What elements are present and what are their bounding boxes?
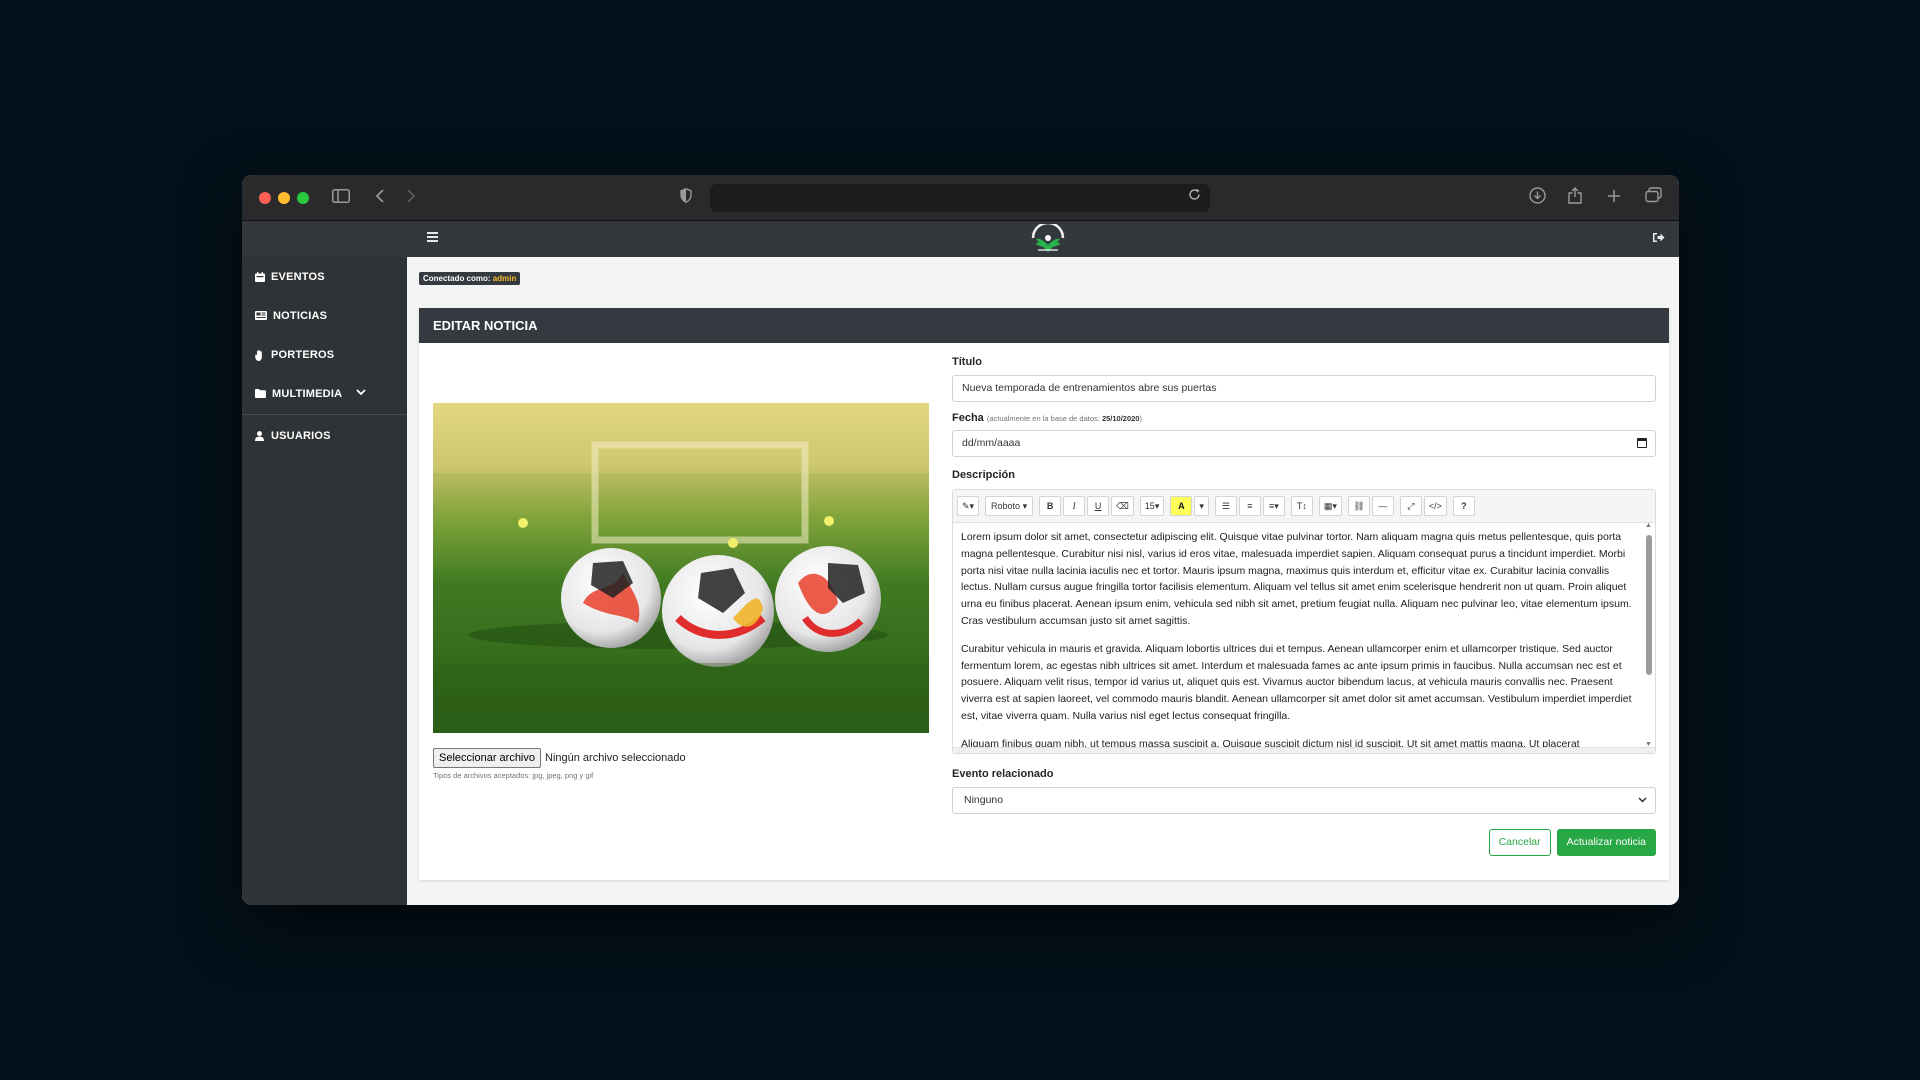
horizontal-rule-icon[interactable]: — — [1371, 496, 1394, 516]
file-types-hint: Tipos de archivos aceptados: jpg, jpeg, … — [433, 771, 594, 780]
sidebar-item-porteros[interactable]: PORTEROS — [242, 335, 407, 374]
folder-icon — [255, 388, 267, 399]
news-form: Título Nueva temporada de entrenamientos… — [952, 356, 1656, 856]
help-icon[interactable]: ? — [1452, 496, 1475, 516]
sidebar-item-eventos[interactable]: EVENTOS — [242, 257, 407, 296]
text-color-dropdown[interactable]: ▾ — [1194, 496, 1209, 516]
hand-icon — [255, 349, 266, 361]
description-paragraph: Curabitur vehicula in mauris et gravida.… — [961, 642, 1632, 722]
zoom-window-button[interactable] — [297, 192, 309, 204]
sidebar-item-usuarios[interactable]: USUARIOS — [242, 416, 407, 455]
sidebar-item-label: PORTEROS — [271, 348, 335, 361]
bold-button[interactable]: B — [1039, 496, 1062, 516]
address-bar[interactable] — [710, 184, 1210, 212]
sidebar-item-noticias[interactable]: NOTICIAS — [242, 296, 407, 335]
connected-user: admin — [492, 274, 517, 283]
update-news-button[interactable]: Actualizar noticia — [1556, 829, 1656, 856]
eraser-icon[interactable]: ⌫ — [1111, 496, 1134, 516]
description-editor-body[interactable]: Lorem ipsum dolor sit amet, consectetur … — [953, 523, 1643, 747]
share-icon[interactable] — [1568, 187, 1582, 210]
calendar-picker-icon[interactable] — [1637, 438, 1647, 448]
editor-scrollbar[interactable]: ▲ ▼ — [1645, 522, 1653, 748]
table-icon[interactable]: ▦▾ — [1318, 496, 1342, 516]
underline-button[interactable]: U — [1087, 496, 1110, 516]
italic-button[interactable]: I — [1063, 496, 1086, 516]
form-actions: Cancelar Actualizar noticia — [952, 829, 1656, 856]
tab-overview-icon[interactable] — [1645, 187, 1662, 209]
select-file-button[interactable]: Seleccionar archivo — [433, 748, 541, 768]
chevron-down-icon[interactable] — [356, 388, 366, 399]
paragraph-align-icon[interactable]: ≡▾ — [1262, 496, 1285, 516]
date-db-note: (actualmente en la base de datos: 25/10/… — [986, 414, 1142, 423]
forward-icon[interactable] — [406, 187, 416, 209]
text-color-button[interactable]: A — [1170, 496, 1193, 516]
bullet-list-icon[interactable]: ☰ — [1214, 496, 1237, 516]
scroll-up-icon[interactable]: ▲ — [1645, 522, 1652, 529]
calendar-icon — [255, 271, 266, 282]
club-logo[interactable] — [1027, 221, 1069, 254]
image-upload: Seleccionar archivo Ningún archivo selec… — [433, 748, 686, 768]
sidebar-item-label: EVENTOS — [271, 270, 325, 283]
sidebar-item-label: NOTICIAS — [273, 309, 328, 322]
scroll-thumb[interactable] — [1646, 535, 1652, 675]
related-event-select[interactable]: Ninguno — [952, 787, 1656, 814]
code-view-icon[interactable]: </> — [1423, 496, 1447, 516]
menu-toggle-icon[interactable] — [427, 232, 438, 244]
sidebar: EVENTOS NOTICIAS PORTEROS MULTIMEDIA USU… — [242, 221, 407, 905]
minimize-window-button[interactable] — [278, 192, 290, 204]
related-event-label: Evento relacionado — [952, 768, 1054, 780]
browser-window: EVENTOS NOTICIAS PORTEROS MULTIMEDIA USU… — [242, 175, 1679, 905]
cancel-button[interactable]: Cancelar — [1488, 829, 1551, 856]
browser-toolbar — [242, 175, 1679, 221]
main-content: Conectado como: admin EDITAR NOTICIA Sel… — [407, 257, 1679, 905]
date-input[interactable]: dd/mm/aaaa — [952, 430, 1656, 457]
news-image-preview — [433, 403, 929, 733]
font-size-select[interactable]: 15 ▾ — [1139, 496, 1165, 516]
new-tab-icon[interactable] — [1607, 187, 1621, 209]
title-label: Título — [952, 356, 982, 368]
link-icon[interactable]: ⛓ — [1347, 496, 1370, 516]
rich-text-editor: ✎▾ Roboto ▾ B I U ⌫ 15 ▾ A ▾ ☰ ≡ ≡▾ T↕ ▦… — [952, 489, 1656, 754]
newspaper-icon — [255, 310, 268, 321]
description-paragraph: Aliquam finibus quam nibh, ut tempus mas… — [961, 737, 1580, 747]
sidebar-divider — [242, 414, 407, 415]
session-info: Conectado como: admin — [419, 268, 521, 286]
description-paragraph: Lorem ipsum dolor sit amet, consectetur … — [961, 531, 1632, 627]
user-icon — [255, 430, 266, 441]
logout-icon[interactable] — [1652, 231, 1665, 246]
file-status: Ningún archivo seleccionado — [545, 752, 686, 764]
date-label: Fecha (actualmente en la base de datos: … — [952, 412, 1142, 424]
chevron-down-icon — [1638, 788, 1647, 813]
sidebar-header — [242, 221, 407, 257]
magic-style-button[interactable]: ✎▾ — [957, 496, 980, 516]
title-input[interactable]: Nueva temporada de entrenamientos abre s… — [952, 375, 1656, 402]
line-height-icon[interactable]: T↕ — [1290, 496, 1313, 516]
close-window-button[interactable] — [259, 192, 271, 204]
sidebar-item-multimedia[interactable]: MULTIMEDIA — [242, 374, 407, 413]
app-root: EVENTOS NOTICIAS PORTEROS MULTIMEDIA USU… — [242, 221, 1679, 905]
edit-news-card: EDITAR NOTICIA Seleccionar archivo Ningú… — [419, 308, 1669, 880]
editor-toolbar: ✎▾ Roboto ▾ B I U ⌫ 15 ▾ A ▾ ☰ ≡ ≡▾ T↕ ▦… — [953, 490, 1655, 523]
sidebar-item-label: MULTIMEDIA — [272, 387, 343, 400]
numbered-list-icon[interactable]: ≡ — [1238, 496, 1261, 516]
editor-resize-handle[interactable] — [953, 747, 1655, 753]
sidebar-toggle-icon[interactable] — [332, 187, 350, 209]
description-label: Descripción — [952, 469, 1015, 481]
back-icon[interactable] — [375, 187, 385, 209]
fullscreen-icon[interactable]: ⤢ — [1399, 496, 1422, 516]
privacy-shield-icon[interactable] — [680, 187, 692, 209]
sidebar-item-label: USUARIOS — [271, 429, 331, 442]
connected-badge: Conectado como: admin — [419, 272, 521, 285]
downloads-icon[interactable] — [1529, 187, 1546, 210]
card-title: EDITAR NOTICIA — [419, 308, 1669, 343]
reload-icon[interactable] — [1188, 188, 1201, 205]
font-family-select[interactable]: Roboto ▾ — [985, 496, 1034, 516]
app-topbar — [407, 221, 1679, 257]
